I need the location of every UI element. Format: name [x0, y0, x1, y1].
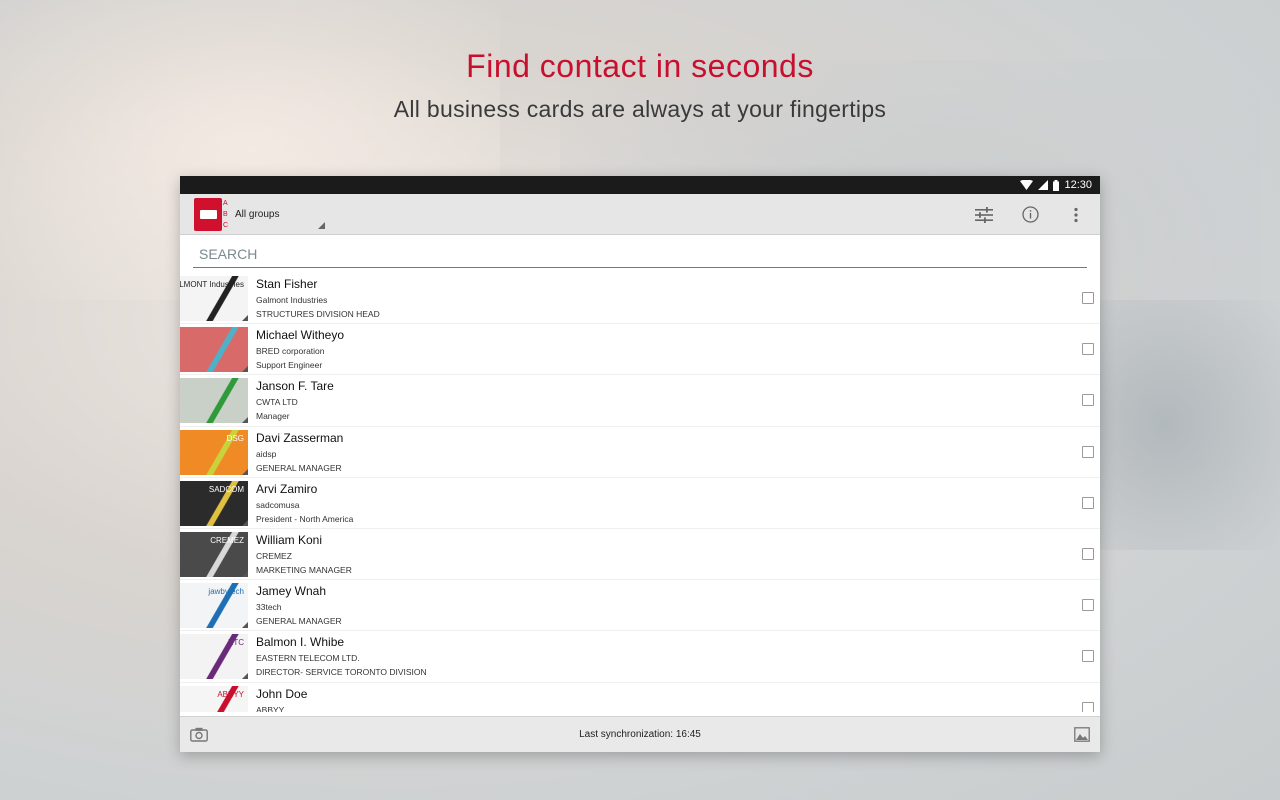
select-checkbox[interactable]	[1082, 599, 1094, 612]
thumbnail-label: DSG	[226, 433, 244, 443]
contact-info: Davi Zasserman aidsp GENERAL MANAGER	[256, 427, 343, 477]
contact-title: STRUCTURES DIVISION HEAD	[256, 309, 380, 319]
contact-info: William Koni CREMEZ MARKETING MANAGER	[256, 529, 352, 579]
contact-title: President - North America	[256, 513, 354, 524]
business-card-thumbnail[interactable]: ABBYY	[180, 685, 248, 712]
contact-row[interactable]: ABBYYJohn DoeABBYYSales Manager Mobile P…	[180, 683, 1100, 713]
contact-list[interactable]: GALMONT Industries Stan Fisher Galmont Ind…	[180, 273, 1100, 712]
dropdown-corner-icon	[318, 222, 325, 229]
contact-info: Janson F. Tare CWTA LTD Manager	[256, 375, 334, 425]
contact-company: sadcomusa	[256, 499, 300, 510]
contact-name: Jamey Wnah	[256, 584, 327, 599]
contact-row[interactable]: jawbytech Jamey Wnah 33tech GENERAL MANAGER	[180, 580, 1100, 632]
contact-row[interactable]: GALMONT Industries Stan Fisher Galmont Ind…	[180, 273, 1100, 325]
select-checkbox[interactable]	[1082, 394, 1094, 407]
contact-company: EASTERN TELECOM LTD.	[256, 653, 360, 664]
business-card-thumbnail[interactable]: jawbytech	[180, 583, 248, 629]
logo-letters: A B C	[223, 200, 229, 229]
contact-title: MARKETING MANAGER	[256, 564, 352, 575]
business-card-thumbnail[interactable]	[180, 378, 248, 424]
contact-company: Galmont Industries	[256, 295, 328, 305]
contact-title: GENERAL MANAGER	[256, 616, 342, 627]
business-card-thumbnail[interactable]	[180, 327, 248, 373]
contact-title: DIRECTOR- SERVICE TORONTO DIVISION	[256, 667, 427, 678]
select-checkbox[interactable]	[1082, 701, 1094, 712]
business-card-thumbnail[interactable]: ETC	[180, 634, 248, 680]
thumbnail-label: ETC	[228, 638, 244, 648]
contact-row[interactable]: DSG Davi Zasserman aidsp GENERAL MANAGER	[180, 427, 1100, 478]
select-checkbox[interactable]	[1082, 292, 1094, 304]
thumbnail-label: jawbytech	[208, 587, 244, 597]
thumbnail-label: ABBYY	[217, 689, 244, 699]
filter-sliders-icon[interactable]	[974, 205, 994, 225]
contact-name: Balmon I. Whibe	[256, 635, 345, 650]
contact-title: GENERAL MANAGER	[256, 462, 342, 473]
contact-name: Davi Zasserman	[256, 430, 344, 445]
contact-info: Stan Fisher Galmont Industries STRUCTURES …	[256, 273, 380, 323]
device-screen: 12:30 A B C All groups SEARCH LMONT Indu…	[180, 176, 1100, 752]
contact-name: Stan Fisher	[256, 277, 318, 291]
contact-info: Arvi Zamiro sadcomusa President - North Am…	[256, 478, 353, 528]
business-card-thumbnail[interactable]: GALMONT Industries	[180, 276, 248, 321]
select-checkbox[interactable]	[1082, 343, 1094, 356]
gallery-icon[interactable]	[1074, 727, 1090, 743]
contact-info: Jamey Wnah 33tech GENERAL MANAGER	[256, 580, 342, 630]
contact-info: Balmon I. Whibe EASTERN TELECOM LTD. DIREC…	[256, 631, 427, 681]
promo-headline: Find contact in seconds	[466, 48, 814, 84]
contact-name: John Doe	[256, 686, 308, 701]
contact-name: Janson F. Tare	[256, 379, 334, 394]
status-time: 12:30	[1064, 179, 1092, 191]
wifi-icon	[1020, 180, 1034, 190]
contact-row[interactable]: SADCOM Arvi Zamiro sadcomusa President - No…	[180, 478, 1100, 529]
promo-subline: All business cards are always at your fi…	[393, 96, 887, 122]
group-selector[interactable]: All groups	[235, 195, 325, 233]
search-input[interactable]	[193, 241, 1087, 268]
contact-row[interactable]: Janson F. Tare CWTA LTD Manager	[180, 375, 1100, 427]
business-card-thumbnail[interactable]: DSG	[180, 429, 248, 475]
contact-name: William Koni	[256, 532, 323, 547]
status-bar: 12:30	[180, 176, 1100, 194]
search-bar	[180, 235, 1100, 273]
select-checkbox[interactable]	[1082, 496, 1094, 509]
select-checkbox[interactable]	[1082, 650, 1094, 663]
sync-status: Last synchronization: 16:45	[579, 729, 701, 740]
info-icon[interactable]	[1020, 205, 1040, 225]
contact-company: aidsp	[256, 448, 277, 459]
contact-row[interactable]: Michael Witheyo BRED corporation Support E…	[180, 324, 1100, 376]
contact-company: BRED corporation	[256, 346, 325, 357]
app-logo[interactable]: A B C	[194, 197, 229, 231]
thumbnail-label: GALMONT Industries	[180, 280, 244, 289]
app-toolbar: A B C All groups	[180, 194, 1100, 235]
camera-icon[interactable]	[190, 727, 208, 743]
bottom-bar: Last synchronization: 16:45	[180, 716, 1100, 752]
business-card-thumbnail[interactable]: CREMEZ	[180, 531, 248, 577]
contact-row[interactable]: ETC Balmon I. Whibe EASTERN TELECOM LTD. DI…	[180, 631, 1100, 683]
contact-title: Manager	[256, 411, 290, 422]
contact-company: ABBYY	[256, 704, 285, 713]
select-checkbox[interactable]	[1082, 445, 1094, 458]
contact-info: Michael Witheyo BRED corporation Support E…	[256, 324, 344, 374]
overflow-menu-icon[interactable]	[1066, 205, 1086, 225]
battery-icon	[1053, 179, 1060, 191]
contact-company: CWTA LTD	[256, 397, 298, 408]
select-checkbox[interactable]	[1082, 547, 1094, 560]
contact-name: Michael Witheyo	[256, 328, 345, 343]
contact-company: CREMEZ	[256, 550, 292, 561]
signal-icon	[1038, 180, 1049, 190]
contact-company: 33tech	[256, 602, 282, 613]
contact-name: Arvi Zamiro	[256, 481, 318, 496]
thumbnail-label: SADCOM	[208, 484, 244, 494]
contact-info: John DoeABBYYSales Manager Mobile Platfo…	[256, 683, 457, 713]
thumbnail-label: CREMEZ	[210, 535, 244, 545]
contact-row[interactable]: CREMEZ William Koni CREMEZ MARKETING MANAGE…	[180, 529, 1100, 581]
contact-title: Support Engineer	[256, 360, 323, 371]
group-selector-label: All groups	[235, 208, 280, 220]
business-card-thumbnail[interactable]: SADCOM	[180, 480, 248, 526]
